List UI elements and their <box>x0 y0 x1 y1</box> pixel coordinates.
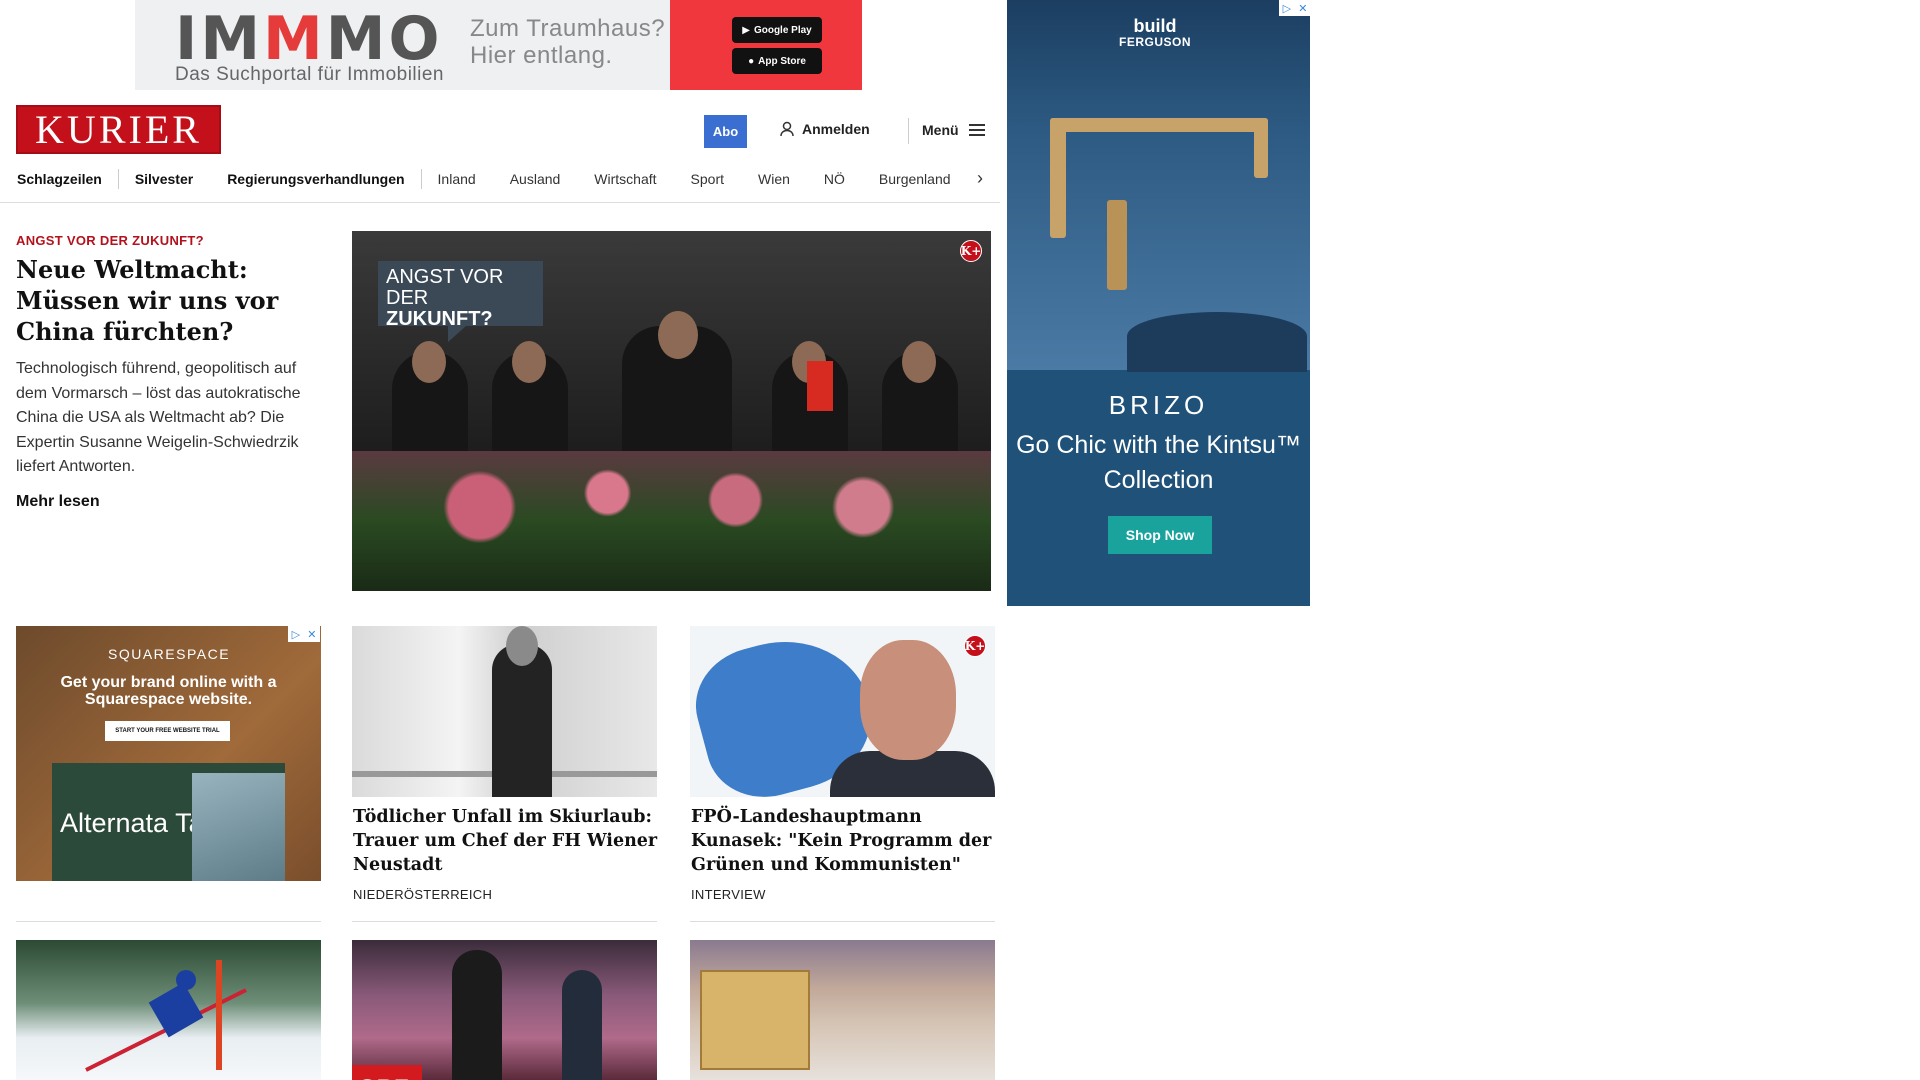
lead-image[interactable]: ANGST VOR DER ZUKUNFT? <box>352 231 991 591</box>
nav-item-burgenland[interactable]: Burgenland <box>879 171 951 187</box>
adchoices-icon[interactable]: ▷ ✕ <box>288 626 320 642</box>
card-image[interactable] <box>16 940 321 1080</box>
image-person <box>452 950 502 1080</box>
faucet-spout <box>1254 118 1268 178</box>
faucet-arm <box>1050 118 1268 132</box>
premium-badge-icon: K+ <box>960 240 982 262</box>
card-image[interactable] <box>690 626 995 797</box>
card-divider <box>352 921 657 922</box>
nav-item-wirtschaft[interactable]: Wirtschaft <box>594 171 656 187</box>
card-category[interactable]: NIEDERÖSTERREICH <box>353 887 492 902</box>
pot-shape <box>1127 312 1307 372</box>
image-head <box>658 311 698 359</box>
app-store-button[interactable]: ● App Store <box>732 48 822 74</box>
header-divider <box>908 118 909 144</box>
kurier-logo[interactable]: KURIER <box>16 105 221 154</box>
read-more-link[interactable]: Mehr lesen <box>16 493 100 511</box>
shop-now-button[interactable]: Shop Now <box>1108 516 1212 554</box>
lead-kicker: ANGST VOR DER ZUKUNFT? <box>16 233 204 248</box>
ad-subtitle: Das Suchportal für Immobilien <box>175 64 444 85</box>
image-head <box>512 341 546 383</box>
sidebar-ad[interactable]: build FERGUSON BRIZO Go Chic with the Kin… <box>1007 0 1310 606</box>
google-play-button[interactable]: ▶ Google Play <box>732 17 822 43</box>
flag-shape <box>807 361 833 411</box>
brizo-logo: BRIZO <box>1108 390 1209 420</box>
image-flowers <box>352 451 991 591</box>
card-category[interactable]: INTERVIEW <box>691 887 766 902</box>
menu-button[interactable]: Menü <box>922 121 985 139</box>
nav-item-regierungsverhandlungen[interactable]: Regierungsverhandlungen <box>227 171 404 187</box>
build-ferguson-logo: build FERGUSON <box>1119 16 1192 49</box>
login-label: Anmelden <box>802 121 870 137</box>
image-person <box>492 644 552 797</box>
nav-bottom-border <box>0 202 1000 203</box>
hamburger-icon <box>968 121 985 139</box>
menu-label: Menü <box>922 122 959 138</box>
ad-tagline-2: Hier entlang. <box>470 42 613 69</box>
lead-headline[interactable]: Neue Weltmacht: Müssen wir uns vor China… <box>16 254 326 347</box>
card-image[interactable]: ORF <box>352 940 657 1080</box>
nav-item-inland[interactable]: Inland <box>438 171 476 187</box>
premium-badge-icon: K+ <box>964 635 986 657</box>
user-icon <box>780 121 794 137</box>
login-link[interactable]: Anmelden <box>780 121 870 137</box>
card-divider <box>690 921 995 922</box>
squarespace-panel: Alternata Tailors <box>52 763 285 881</box>
adchoices-icon[interactable]: ▷ ✕ <box>1279 0 1311 16</box>
nav-scroll-right-icon[interactable]: › <box>970 168 990 189</box>
nav-item-schlagzeilen[interactable]: Schlagzeilen <box>17 171 102 187</box>
image-head <box>506 626 538 666</box>
nav-item-silvester[interactable]: Silvester <box>135 171 193 187</box>
squarespace-ad[interactable]: SQUARESPACE Get your brand online with a… <box>16 626 321 881</box>
section-nav: Schlagzeilen Silvester Regierungsverhand… <box>17 165 987 193</box>
faucet-pipe <box>1050 118 1066 238</box>
abo-button[interactable]: Abo <box>704 115 747 148</box>
squarespace-headline: Get your brand online with a Squarespace… <box>60 674 277 708</box>
top-banner-ad[interactable]: IMMMO Das Suchportal für Immobilien Zum … <box>135 0 862 90</box>
nav-item-ausland[interactable]: Ausland <box>510 171 561 187</box>
ad-tagline-1: Zum Traumhaus? <box>470 15 666 42</box>
faucet-joint <box>1107 200 1127 290</box>
nav-divider <box>117 169 119 189</box>
squarespace-logo: SQUARESPACE <box>108 646 231 662</box>
card-headline[interactable]: Tödlicher Unfall im Skiurlaub: Trauer um… <box>353 805 658 877</box>
nav-divider <box>420 169 422 189</box>
orf-sign: ORF <box>352 1065 422 1080</box>
card-headline[interactable]: FPÖ-Landeshauptmann Kunasek: "Kein Progr… <box>691 805 996 877</box>
nav-item-noe[interactable]: NÖ <box>824 171 845 187</box>
squarespace-cta-button[interactable]: START YOUR FREE WEBSITE TRIAL <box>105 721 230 741</box>
apple-icon: ● <box>748 55 755 67</box>
image-face <box>860 640 956 760</box>
nav-item-wien[interactable]: Wien <box>758 171 790 187</box>
sidebar-ad-tagline: Go Chic with the Kintsu™ Collection <box>1016 431 1301 494</box>
card-image[interactable] <box>352 626 657 797</box>
ad-red-block <box>670 0 862 90</box>
skier-illustration <box>85 960 247 1072</box>
lead-teaser: Technologisch führend, geopolitisch auf … <box>16 360 301 475</box>
image-building <box>700 970 810 1070</box>
image-speech-bubble: ANGST VOR DER ZUKUNFT? <box>378 261 543 342</box>
image-head <box>412 341 446 383</box>
card-divider <box>16 921 321 922</box>
play-icon: ▶ <box>742 24 750 36</box>
nav-item-sport[interactable]: Sport <box>691 171 724 187</box>
card-image[interactable] <box>690 940 995 1080</box>
image-person <box>562 970 602 1080</box>
image-head <box>902 341 936 383</box>
fabric-image <box>192 773 285 881</box>
